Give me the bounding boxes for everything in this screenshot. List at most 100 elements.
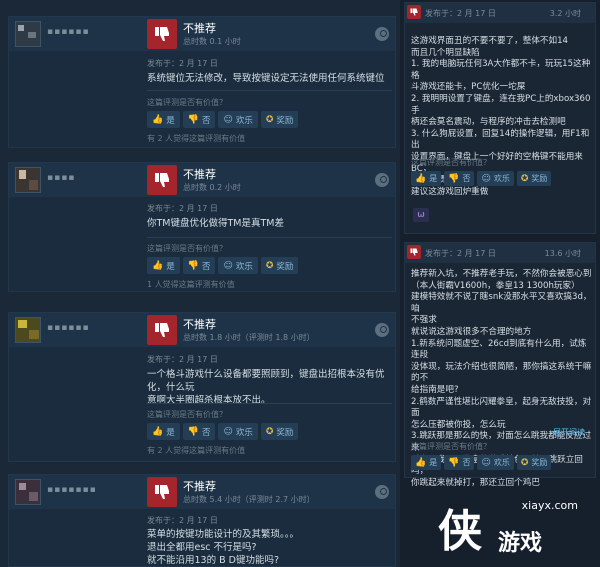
playtime: 总时数 0.1 小时 (183, 37, 241, 46)
avatar[interactable] (15, 167, 41, 193)
vote-funny-button[interactable]: ☺ 欢乐 (218, 257, 258, 274)
divider (147, 237, 392, 238)
expand-review-link[interactable]: 展开阅读 (553, 427, 585, 438)
vote-yes-button[interactable]: 👍 是 (147, 111, 180, 128)
award-button[interactable]: ✪ 奖励 (260, 111, 299, 128)
watermark-logo-text: 游戏 (498, 531, 543, 556)
thumbs-down-icon (147, 165, 177, 195)
review-header: 发布于：2 月 17 日 3.2 小时 (405, 3, 595, 23)
posted-date: 发布于：2 月 17 日 (425, 249, 496, 258)
vote-buttons: 👍 是 👎 否 ☺ 欢乐 ✪ 奖励 (411, 455, 552, 470)
thumbs-up-icon: 👍 (152, 426, 164, 437)
laugh-icon: ☺ (223, 426, 233, 437)
playtime: 3.2 小时 (549, 9, 581, 18)
review-text: 系统键位无法修改，导致按键设定无法使用任何系统键位 (147, 73, 385, 84)
vote-buttons: 👍 是 👎 否 ☺ 欢乐 ✪ 奖励 (147, 111, 299, 128)
avatar[interactable] (15, 479, 41, 505)
award-icon: ✪ (265, 426, 274, 437)
playtime: 总时数 1.8 小时（评测时 1.8 小时） (183, 333, 315, 342)
review-card: ▪▪▪▪▪▪▪ 不推荐 总时数 5.4 小时（评测时 2.7 小时） 发布于：2… (8, 474, 396, 567)
thumbs-up-icon: 👍 (415, 457, 427, 468)
steam-logo-icon (375, 323, 389, 337)
review-header: 发布于：2 月 17 日 13.6 小时 (405, 243, 595, 263)
review-verdict[interactable]: 不推荐 (183, 316, 216, 332)
review-verdict[interactable]: 不推荐 (183, 478, 216, 494)
laugh-icon: ☺ (481, 457, 491, 468)
award-icon: ✪ (265, 114, 274, 125)
site-watermark: xiayx.com 侠 游戏 (438, 499, 588, 559)
thumbs-down-icon: 👎 (448, 457, 460, 468)
review-header: ▪▪▪▪ 不推荐 总时数 0.2 小时 (9, 163, 395, 197)
award-icon: ✪ (265, 260, 274, 271)
review-header: ▪▪▪▪▪▪ 不推荐 总时数 1.8 小时（评测时 1.8 小时） (9, 313, 395, 347)
helpful-count: 1 人觉得这篇评测有价值 (147, 280, 235, 289)
review-text: 一个格斗游戏什么设备都要照顾到，键盘出招根本没有优化，什么玩 意啊大半圈超杀根本… (147, 369, 385, 406)
review-card: ▪▪▪▪▪▪ 不推荐 总时数 1.8 小时（评测时 1.8 小时） 发布于：2 … (8, 312, 396, 462)
review-list-right: 发布于：2 月 17 日 3.2 小时 这游戏界面丑的不要不要了，整体不如14 … (400, 0, 600, 567)
laugh-icon: ☺ (223, 260, 233, 271)
award-button[interactable]: ✪ 奖励 (260, 423, 299, 440)
helpful-question: 这篇评测是否有价值？ (411, 158, 491, 167)
playtime: 总时数 0.2 小时 (183, 183, 241, 192)
award-button[interactable]: ✪ 奖励 (516, 171, 552, 186)
posted-date: 发布于：2 月 17 日 (147, 516, 218, 525)
review-card: 发布于：2 月 17 日 13.6 小时 推荐新入坑，不推荐老手玩，不然你会被恶… (404, 242, 596, 488)
award-icon: ✪ (520, 173, 529, 184)
laugh-icon: ☺ (481, 173, 491, 184)
thumbs-down-icon (147, 19, 177, 49)
helpful-count: 有 2 人觉得这篇评测有价值 (147, 134, 246, 143)
username-blurred[interactable]: ▪▪▪▪▪▪▪ (47, 485, 97, 495)
vote-funny-button[interactable]: ☺ 欢乐 (218, 423, 258, 440)
steam-logo-icon (375, 27, 389, 41)
award-button[interactable]: ✪ 奖励 (516, 455, 552, 470)
vote-no-button[interactable]: 👎 否 (182, 257, 216, 274)
username-blurred[interactable]: ▪▪▪▪▪▪ (47, 323, 90, 333)
vote-yes-button[interactable]: 👍 是 (147, 257, 180, 274)
vote-yes-button[interactable]: 👍 是 (411, 455, 442, 470)
helpful-count: 有 2 人觉得这篇评测有价值 (147, 446, 246, 455)
thumbs-down-icon: 👎 (448, 173, 460, 184)
posted-date: 发布于：2 月 17 日 (147, 355, 218, 364)
helpful-question: 这篇评测是否有价值？ (147, 244, 227, 253)
watermark-logo-glyph: 侠 (438, 506, 482, 557)
review-card: 发布于：2 月 17 日 3.2 小时 这游戏界面丑的不要不要了，整体不如14 … (404, 2, 596, 234)
thumbs-up-icon: 👍 (415, 173, 427, 184)
vote-funny-button[interactable]: ☺ 欢乐 (477, 455, 514, 470)
reaction-emoji[interactable]: ω (413, 208, 429, 222)
vote-buttons: 👍 是 👎 否 ☺ 欢乐 ✪ 奖励 (147, 257, 299, 274)
playtime: 总时数 5.4 小时（评测时 2.7 小时） (183, 495, 315, 504)
vote-no-button[interactable]: 👎 否 (182, 423, 216, 440)
vote-no-button[interactable]: 👎 否 (444, 455, 475, 470)
review-card: ▪▪▪▪▪▪ 不推荐 总时数 0.1 小时 发布于：2 月 17 日 系统键位无… (8, 16, 396, 148)
thumbs-down-icon (147, 477, 177, 507)
vote-yes-button[interactable]: 👍 是 (411, 171, 442, 186)
vote-no-button[interactable]: 👎 否 (182, 111, 216, 128)
vote-no-button[interactable]: 👎 否 (444, 171, 475, 186)
award-button[interactable]: ✪ 奖励 (260, 257, 299, 274)
username-blurred[interactable]: ▪▪▪▪▪▪ (47, 27, 90, 37)
review-card: ▪▪▪▪ 不推荐 总时数 0.2 小时 发布于：2 月 17 日 你TM键盘优化… (8, 162, 396, 292)
review-text: 你TM键盘优化做得TM是真TM差 (147, 218, 284, 229)
vote-funny-button[interactable]: ☺ 欢乐 (477, 171, 514, 186)
avatar[interactable] (15, 21, 41, 47)
username-blurred[interactable]: ▪▪▪▪ (47, 173, 75, 183)
avatar[interactable] (15, 317, 41, 343)
review-verdict[interactable]: 不推荐 (183, 20, 216, 36)
vote-yes-button[interactable]: 👍 是 (147, 423, 180, 440)
thumbs-down-icon (407, 5, 421, 19)
review-verdict[interactable]: 不推荐 (183, 166, 216, 182)
thumbs-up-icon: 👍 (152, 114, 164, 125)
divider (147, 403, 392, 404)
thumbs-down-icon (407, 245, 421, 259)
review-text: 菜单的按键功能设计的及其繁琐。。。 退出全都用esc 不行是吗? 就不能沿用13… (147, 529, 300, 566)
helpful-question: 这篇评测是否有价值？ (147, 410, 227, 419)
posted-date: 发布于：2 月 17 日 (147, 204, 218, 213)
review-header: ▪▪▪▪▪▪▪ 不推荐 总时数 5.4 小时（评测时 2.7 小时） (9, 475, 395, 509)
helpful-question: 这篇评测是否有价值？ (411, 442, 491, 451)
award-icon: ✪ (520, 457, 529, 468)
thumbs-down-icon (147, 315, 177, 345)
thumbs-down-icon: 👎 (187, 114, 199, 125)
thumbs-down-icon: 👎 (187, 260, 199, 271)
posted-date: 发布于：2 月 17 日 (425, 9, 496, 18)
vote-funny-button[interactable]: ☺ 欢乐 (218, 111, 258, 128)
